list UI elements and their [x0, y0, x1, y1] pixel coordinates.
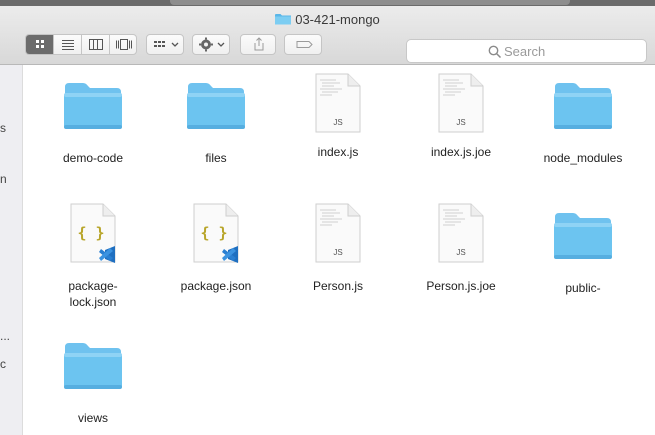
file-item-package-json[interactable]: { } package.json — [156, 203, 276, 294]
json-file-icon: { } — [193, 203, 239, 263]
folder-icon — [64, 83, 122, 129]
file-item-views[interactable]: views — [33, 339, 153, 426]
file-name: views — [77, 411, 108, 425]
file-item-index-js[interactable]: JS index.js — [278, 73, 398, 160]
sidebar-fragment[interactable]: c — [0, 357, 6, 371]
json-braces: { } — [200, 224, 227, 242]
folder-icon — [64, 343, 122, 389]
column-view-button[interactable] — [82, 35, 110, 54]
file-name: Person.js.joe — [426, 279, 496, 293]
file-name: node_modules — [543, 151, 623, 165]
search-icon — [488, 45, 502, 59]
file-name: demo-code — [62, 151, 124, 165]
js-badge: JS — [333, 248, 342, 257]
folder-icon — [275, 14, 292, 25]
js-badge: JS — [333, 118, 342, 127]
file-name: index.js — [317, 145, 359, 159]
file-item-person-js[interactable]: JS Person.js — [278, 203, 398, 294]
view-mode-selector — [25, 34, 137, 55]
folder-icon — [554, 83, 612, 129]
sidebar-fragment[interactable]: ... — [0, 329, 10, 343]
file-item-person-js-joe[interactable]: JS Person.js.joe — [401, 203, 521, 294]
folder-icon — [187, 83, 245, 129]
tags-button[interactable] — [284, 34, 322, 55]
file-name: package- lock.json — [68, 279, 118, 309]
file-grid: demo-code files JS index.js JS index.js.… — [23, 65, 655, 435]
js-file-icon: JS — [438, 73, 484, 133]
tag-icon — [296, 41, 313, 48]
file-name: package.json — [180, 279, 252, 293]
icon-view-button[interactable] — [26, 35, 54, 54]
file-name: files — [205, 151, 227, 165]
sidebar-fragment[interactable]: s — [0, 121, 6, 135]
sidebar: s n ... c — [0, 65, 23, 435]
search-placeholder: Search — [504, 44, 546, 59]
browser-tab-edge — [170, 0, 570, 5]
share-button[interactable] — [240, 34, 276, 55]
list-icon — [62, 40, 74, 50]
js-file-icon: JS — [315, 73, 361, 133]
file-name: index.js.joe — [430, 145, 492, 159]
group-by-button[interactable] — [146, 34, 184, 55]
js-file-icon: JS — [315, 203, 361, 263]
gear-icon — [199, 37, 225, 52]
js-badge: JS — [456, 118, 465, 127]
window-title: 03-421-mongo — [0, 12, 655, 27]
cover-flow-icon — [116, 39, 132, 50]
sidebar-fragment[interactable]: n — [0, 172, 7, 186]
file-item-public[interactable]: public- — [523, 209, 643, 296]
file-name: Person.js — [312, 279, 364, 293]
finder-toolbar: 03-421-mongo Search — [0, 6, 655, 65]
list-view-button[interactable] — [54, 35, 82, 54]
action-button[interactable] — [192, 34, 230, 55]
group-grid-icon — [154, 41, 179, 47]
js-file-icon: JS — [438, 203, 484, 263]
grid-icon — [36, 40, 44, 48]
file-item-node-modules[interactable]: node_modules — [523, 79, 643, 166]
file-item-demo-code[interactable]: demo-code — [33, 79, 153, 166]
json-file-icon: { } — [70, 203, 116, 263]
json-braces: { } — [77, 224, 104, 242]
js-badge: JS — [456, 248, 465, 257]
file-name: public- — [565, 281, 601, 295]
columns-icon — [89, 39, 103, 50]
file-item-files[interactable]: files — [156, 79, 276, 166]
share-icon — [254, 37, 264, 51]
file-item-index-js-joe[interactable]: JS index.js.joe — [401, 73, 521, 160]
cover-flow-button[interactable] — [110, 35, 136, 54]
folder-icon — [554, 213, 612, 259]
file-item-package-lock-json[interactable]: { } package- lock.json — [33, 203, 153, 310]
search-field[interactable]: Search — [406, 39, 647, 63]
